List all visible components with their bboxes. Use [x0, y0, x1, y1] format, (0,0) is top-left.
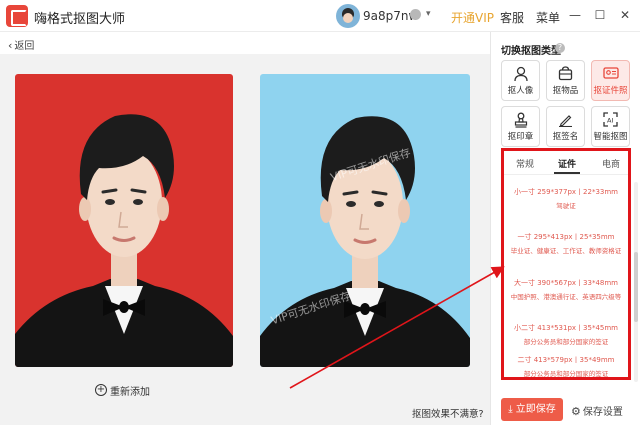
save-now-button[interactable]: ⤓ 立即保存 [501, 398, 563, 421]
bag-icon [547, 66, 584, 82]
size-spec: 小一寸 259*377px丨22*33mm [514, 188, 618, 196]
tab-ecommerce[interactable]: 电商 [602, 157, 620, 170]
size-option[interactable]: 大一寸 390*567px丨33*48mm 中国护照、港澳通行证、英语四六级等 [506, 278, 626, 301]
portrait-image [15, 114, 233, 367]
type-button-smart[interactable]: AI 智能抠图 [591, 106, 630, 147]
id-card-icon [592, 66, 629, 82]
size-usage: 驾驶证 [556, 202, 576, 210]
size-option[interactable]: 小二寸 413*531px丨35*45mm 部分公务员和部分国家的签证 [506, 323, 626, 346]
close-button[interactable]: ✕ [616, 6, 634, 24]
tab-underline [554, 172, 580, 174]
type-label: 抠印章 [507, 132, 534, 142]
download-icon: ⤓ [508, 404, 513, 415]
help-icon[interactable]: ? [555, 43, 565, 53]
result-photo: VIP可无水印保存 VIP可无水印保存 [260, 74, 470, 367]
user-avatar[interactable] [336, 4, 360, 28]
size-selector-panel: 常规 证件 电商 小一寸 259*377px丨22*33mm 驾驶证 一寸 29… [501, 148, 631, 380]
type-button-object[interactable]: 抠物品 [546, 60, 585, 101]
size-spec: 二寸 413*579px丨35*49mm [517, 356, 615, 364]
tab-id-photo[interactable]: 证件 [558, 157, 576, 170]
type-label: 智能抠图 [593, 132, 628, 142]
re-add-button[interactable]: + 重新添加 [95, 382, 150, 398]
type-button-portrait[interactable]: 抠人像 [501, 60, 540, 101]
size-spec: 大一寸 390*567px丨33*48mm [514, 279, 618, 287]
menu-link[interactable]: 菜单 [536, 9, 560, 26]
re-add-label: 重新添加 [110, 386, 150, 398]
size-spec: 小二寸 413*531px丨35*45mm [514, 324, 618, 332]
plus-icon: + [95, 384, 107, 396]
chevron-left-icon: ‹ [8, 39, 13, 52]
type-button-stamp[interactable]: 抠印章 [501, 106, 540, 147]
type-label: 抠签名 [552, 132, 579, 142]
smart-crop-icon: AI [592, 112, 629, 128]
scrollbar-thumb[interactable] [634, 252, 638, 322]
user-level-badge-icon [410, 9, 421, 20]
original-photo [15, 74, 233, 367]
chevron-down-icon[interactable]: ▾ [426, 9, 431, 19]
type-label: 抠证件照 [593, 86, 628, 96]
person-icon [502, 66, 539, 82]
title-bar: 嗨格式抠图大师 9a8p7nw ▾ 开通VIP 客服 菜单 — ☐ ✕ [0, 0, 640, 32]
size-usage: 毕业证、健康证、工作证、教师资格证 [510, 247, 622, 255]
back-button[interactable]: ‹ 返回 [8, 37, 34, 52]
minimize-button[interactable]: — [566, 6, 584, 24]
panel-title: 切换抠图类型 [501, 46, 561, 57]
size-option[interactable]: 一寸 295*413px丨25*35mm 毕业证、健康证、工作证、教师资格证 [506, 232, 626, 255]
maximize-button[interactable]: ☐ [591, 6, 609, 24]
open-vip-link[interactable]: 开通VIP [451, 9, 494, 26]
size-usage: 中国护照、港澳通行证、英语四六级等 [510, 293, 622, 301]
portrait-image: VIP可无水印保存 VIP可无水印保存 [260, 116, 470, 367]
svg-text:AI: AI [607, 117, 613, 125]
save-now-label: 立即保存 [515, 404, 556, 415]
size-option[interactable]: 二寸 413*579px丨35*49mm 部分公务员和部分国家的签证 [506, 355, 626, 378]
size-usage: 部分公务员和部分国家的签证 [523, 338, 609, 346]
size-option[interactable]: 小一寸 259*377px丨22*33mm 驾驶证 [506, 187, 626, 210]
type-label: 抠人像 [507, 86, 534, 96]
type-label: 抠物品 [552, 86, 579, 96]
stamp-icon [502, 112, 539, 128]
pen-icon [547, 112, 584, 128]
type-button-signature[interactable]: 抠签名 [546, 106, 585, 147]
feedback-link[interactable]: 抠图效果不满意? [412, 406, 484, 420]
app-logo-icon [6, 5, 28, 27]
app-title: 嗨格式抠图大师 [34, 12, 126, 27]
size-usage: 部分公务员和部分国家的签证 [523, 370, 609, 378]
size-tabs: 常规 证件 电商 [504, 151, 628, 175]
tab-regular[interactable]: 常规 [516, 157, 534, 170]
type-button-id-photo[interactable]: 抠证件照 [591, 60, 630, 101]
back-label: 返回 [14, 41, 35, 52]
save-settings-button[interactable]: ⚙ 保存设置 [571, 403, 623, 418]
size-spec: 一寸 295*413px丨25*35mm [517, 233, 615, 241]
right-panel: 切换抠图类型 ? 抠人像 抠物品 抠证件照 抠印章 抠签名 AI 智能抠图 常规… [490, 32, 640, 425]
customer-service-link[interactable]: 客服 [500, 9, 524, 26]
gear-icon: ⚙ [571, 405, 581, 418]
save-settings-label: 保存设置 [582, 407, 623, 418]
